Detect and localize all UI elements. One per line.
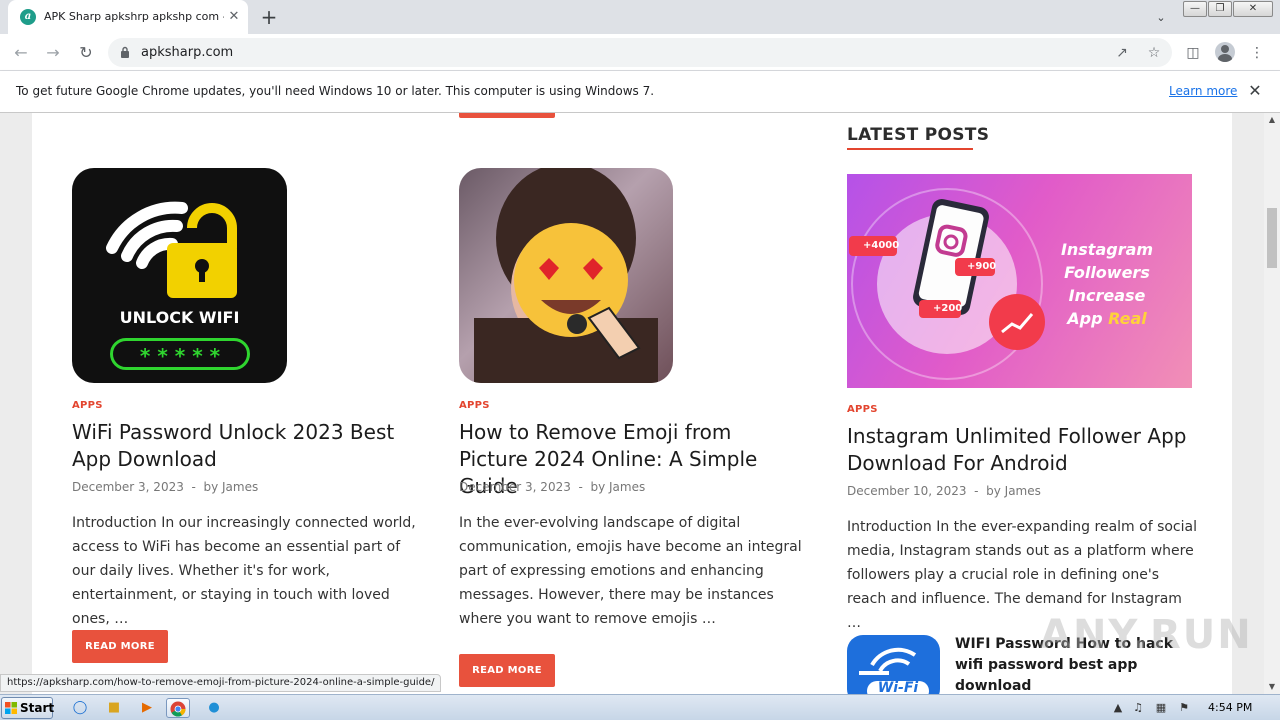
post-meta: December 10, 2023 - by James xyxy=(847,484,1041,498)
meta-separator: - xyxy=(574,480,587,494)
window-close-button[interactable]: ✕ xyxy=(1233,1,1273,17)
browser-toolbar: ← → ↻ apksharp.com ↗ ☆ ◫ ⋮ xyxy=(0,34,1280,71)
forward-arrow-icon[interactable]: → xyxy=(42,42,64,64)
tray-expand-icon[interactable]: ▲ xyxy=(1110,700,1126,716)
post-author[interactable]: James xyxy=(609,480,645,494)
read-more-button-partial[interactable] xyxy=(459,113,555,118)
post-thumbnail-emoji[interactable] xyxy=(459,168,673,383)
author-prefix: by xyxy=(203,480,219,494)
tab-close-icon[interactable]: ✕ xyxy=(226,9,242,25)
post-author[interactable]: James xyxy=(1005,484,1041,498)
banner-line-1: Instagram xyxy=(1060,240,1154,259)
banner-text: Instagram Followers Increase App Real xyxy=(1027,238,1187,330)
bookmark-star-icon[interactable]: ☆ xyxy=(1144,43,1164,63)
tab-search-chevron-icon[interactable]: ⌄ xyxy=(1152,9,1170,27)
menu-kebab-icon[interactable]: ⋮ xyxy=(1246,42,1268,64)
banner-line-3: App Real xyxy=(1027,307,1187,330)
banner-line-3b: Real xyxy=(1108,309,1147,328)
small-post-thumbnail[interactable]: Wi-Fi xyxy=(847,635,940,694)
post-excerpt: Introduction In our increasingly connect… xyxy=(72,515,416,627)
browser-tab[interactable]: a APK Sharp apkshrp apkshp com - Yo ✕ xyxy=(8,0,248,34)
start-button[interactable]: Start xyxy=(1,697,55,719)
post-title[interactable]: Instagram Unlimited Follower App Downloa… xyxy=(847,423,1192,477)
author-prefix: by xyxy=(986,484,1001,498)
learn-more-link[interactable]: Learn more xyxy=(1169,84,1237,98)
page-viewport: UNLOCK WIFI * * * * * APPS WiFi Password… xyxy=(0,113,1264,694)
author-prefix: by xyxy=(590,480,606,494)
post-meta: December 3, 2023 - by James xyxy=(459,480,645,494)
post-date[interactable]: December 3, 2023 xyxy=(72,480,184,494)
badge-200: +200 xyxy=(933,303,963,314)
post-date[interactable]: December 10, 2023 xyxy=(847,484,966,498)
meta-separator: - xyxy=(970,484,983,498)
edge-icon[interactable]: ● xyxy=(202,698,226,718)
read-more-button[interactable]: READ MORE xyxy=(72,630,168,663)
post-category[interactable]: APPS xyxy=(459,400,490,411)
url-text[interactable]: apksharp.com xyxy=(141,45,233,60)
link-status-bar: https://apksharp.com/how-to-remove-emoji… xyxy=(0,674,442,692)
banner-line-2: Followers Increase xyxy=(1064,263,1150,305)
internet-explorer-icon[interactable]: ◯ xyxy=(68,698,92,718)
latest-posts-heading: LATEST POSTS xyxy=(847,125,990,145)
scroll-up-arrow-icon[interactable]: ▲ xyxy=(1264,113,1280,127)
back-arrow-icon[interactable]: ← xyxy=(10,42,32,64)
post-category[interactable]: APPS xyxy=(72,400,103,411)
update-infobar: To get future Google Chrome updates, you… xyxy=(0,71,1280,113)
volume-icon[interactable]: ♫ xyxy=(1130,700,1146,716)
page-scrollbar[interactable]: ▲ ▼ xyxy=(1264,113,1280,694)
anyrun-watermark: ANY.RUN xyxy=(1040,612,1253,658)
meta-separator: - xyxy=(187,480,200,494)
read-more-button[interactable]: READ MORE xyxy=(459,654,555,687)
infobar-message: To get future Google Chrome updates, you… xyxy=(16,84,655,98)
post-date[interactable]: December 3, 2023 xyxy=(459,480,571,494)
page-content: UNLOCK WIFI * * * * * APPS WiFi Password… xyxy=(32,113,1232,694)
address-bar[interactable]: apksharp.com ↗ ☆ xyxy=(108,38,1172,67)
banner-line-3a: App xyxy=(1067,309,1109,328)
new-tab-button[interactable]: + xyxy=(258,6,280,28)
scroll-thumb[interactable] xyxy=(1267,208,1277,268)
small-thumb-label: Wi-Fi xyxy=(877,680,919,694)
chrome-taskbar-icon[interactable] xyxy=(166,698,190,718)
profile-avatar-icon[interactable] xyxy=(1215,42,1235,62)
post-thumbnail-wifi[interactable]: UNLOCK WIFI * * * * * xyxy=(72,168,287,383)
badge-4000: +4000 xyxy=(863,240,900,251)
post-title[interactable]: WiFi Password Unlock 2023 Best App Downl… xyxy=(72,419,412,473)
featured-banner[interactable]: +4000 +900 +200 Instagram Followers Incr… xyxy=(847,174,1192,388)
tab-title: APK Sharp apkshrp apkshp com - Yo xyxy=(44,10,224,23)
emoji-face-icon xyxy=(474,168,658,383)
heading-underline xyxy=(847,148,973,150)
post-author[interactable]: James xyxy=(222,480,258,494)
tab-strip: a APK Sharp apkshrp apkshp com - Yo ✕ + … xyxy=(0,0,1280,34)
network-icon[interactable]: ▦ xyxy=(1153,700,1169,716)
media-player-icon[interactable]: ▶ xyxy=(135,698,159,718)
badge-900: +900 xyxy=(967,261,997,272)
share-icon[interactable]: ↗ xyxy=(1112,43,1132,63)
lock-icon xyxy=(121,46,129,58)
start-label: Start xyxy=(20,701,55,715)
side-panel-icon[interactable]: ◫ xyxy=(1182,42,1204,64)
wifi-password-stars: * * * * * xyxy=(110,338,250,370)
chrome-logo-icon xyxy=(170,701,186,717)
post-excerpt: In the ever-evolving landscape of digita… xyxy=(459,515,802,627)
windows-logo-icon xyxy=(5,702,17,714)
file-explorer-icon[interactable]: ■ xyxy=(102,698,126,718)
apksharp-favicon-icon: a xyxy=(20,9,36,25)
post-category[interactable]: APPS xyxy=(847,404,878,415)
restore-button[interactable]: ❐ xyxy=(1208,1,1232,17)
taskbar-clock[interactable]: 4:54 PM xyxy=(1208,701,1252,714)
infobar-close-icon[interactable]: ✕ xyxy=(1246,82,1264,100)
wifi-thumb-label: UNLOCK WIFI xyxy=(119,308,240,327)
action-center-flag-icon[interactable]: ⚑ xyxy=(1176,700,1192,716)
windows-taskbar: Start ◯ ■ ▶ ● ▲ ♫ ▦ ⚑ 4:54 PM xyxy=(0,694,1280,720)
post-meta: December 3, 2023 - by James xyxy=(72,480,258,494)
scroll-down-arrow-icon[interactable]: ▼ xyxy=(1264,680,1280,694)
reload-icon[interactable]: ↻ xyxy=(75,42,97,64)
minimize-button[interactable]: — xyxy=(1183,1,1207,17)
